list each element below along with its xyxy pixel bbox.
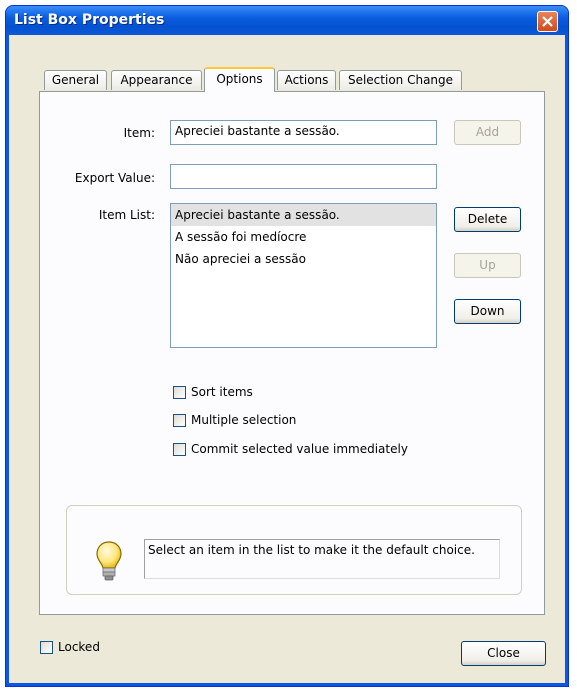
- list-item[interactable]: Não apreciei a sessão: [171, 248, 436, 270]
- item-label: Item:: [123, 126, 155, 140]
- close-button[interactable]: Close: [461, 641, 546, 666]
- item-list-label: Item List:: [98, 208, 155, 222]
- close-window-button[interactable]: [537, 11, 558, 32]
- tab-general[interactable]: General: [44, 70, 107, 90]
- export-value-label: Export Value:: [74, 171, 155, 185]
- tab-actions[interactable]: Actions: [277, 70, 336, 90]
- export-value-input[interactable]: [170, 164, 437, 189]
- list-item[interactable]: A sessão foi medíocre: [171, 226, 436, 248]
- lightbulb-icon: [95, 540, 123, 587]
- tab-options[interactable]: Options: [204, 67, 275, 92]
- window-title: List Box Properties: [14, 12, 165, 28]
- item-input[interactable]: Apreciei bastante a sessão.: [170, 120, 437, 145]
- tab-selection-change[interactable]: Selection Change: [339, 70, 462, 90]
- close-icon: [542, 16, 553, 27]
- multiple-selection-checkbox[interactable]: [173, 414, 186, 427]
- down-button[interactable]: Down: [454, 299, 521, 324]
- add-button[interactable]: Add: [454, 120, 521, 145]
- hint-text: Select an item in the list to make it th…: [144, 539, 500, 579]
- delete-button[interactable]: Delete: [454, 207, 521, 232]
- item-list[interactable]: Apreciei bastante a sessão. A sessão foi…: [170, 203, 437, 348]
- title-bar[interactable]: List Box Properties: [6, 6, 568, 35]
- commit-immediately-label: Commit selected value immediately: [191, 442, 408, 456]
- up-button[interactable]: Up: [454, 253, 521, 278]
- multiple-selection-label: Multiple selection: [191, 413, 297, 427]
- commit-immediately-checkbox[interactable]: [173, 443, 186, 456]
- list-item[interactable]: Apreciei bastante a sessão.: [171, 204, 436, 226]
- sort-items-checkbox[interactable]: [173, 386, 186, 399]
- locked-checkbox[interactable]: [40, 641, 53, 654]
- sort-items-label: Sort items: [191, 385, 253, 399]
- locked-label: Locked: [58, 640, 100, 654]
- tab-appearance[interactable]: Appearance: [111, 70, 202, 90]
